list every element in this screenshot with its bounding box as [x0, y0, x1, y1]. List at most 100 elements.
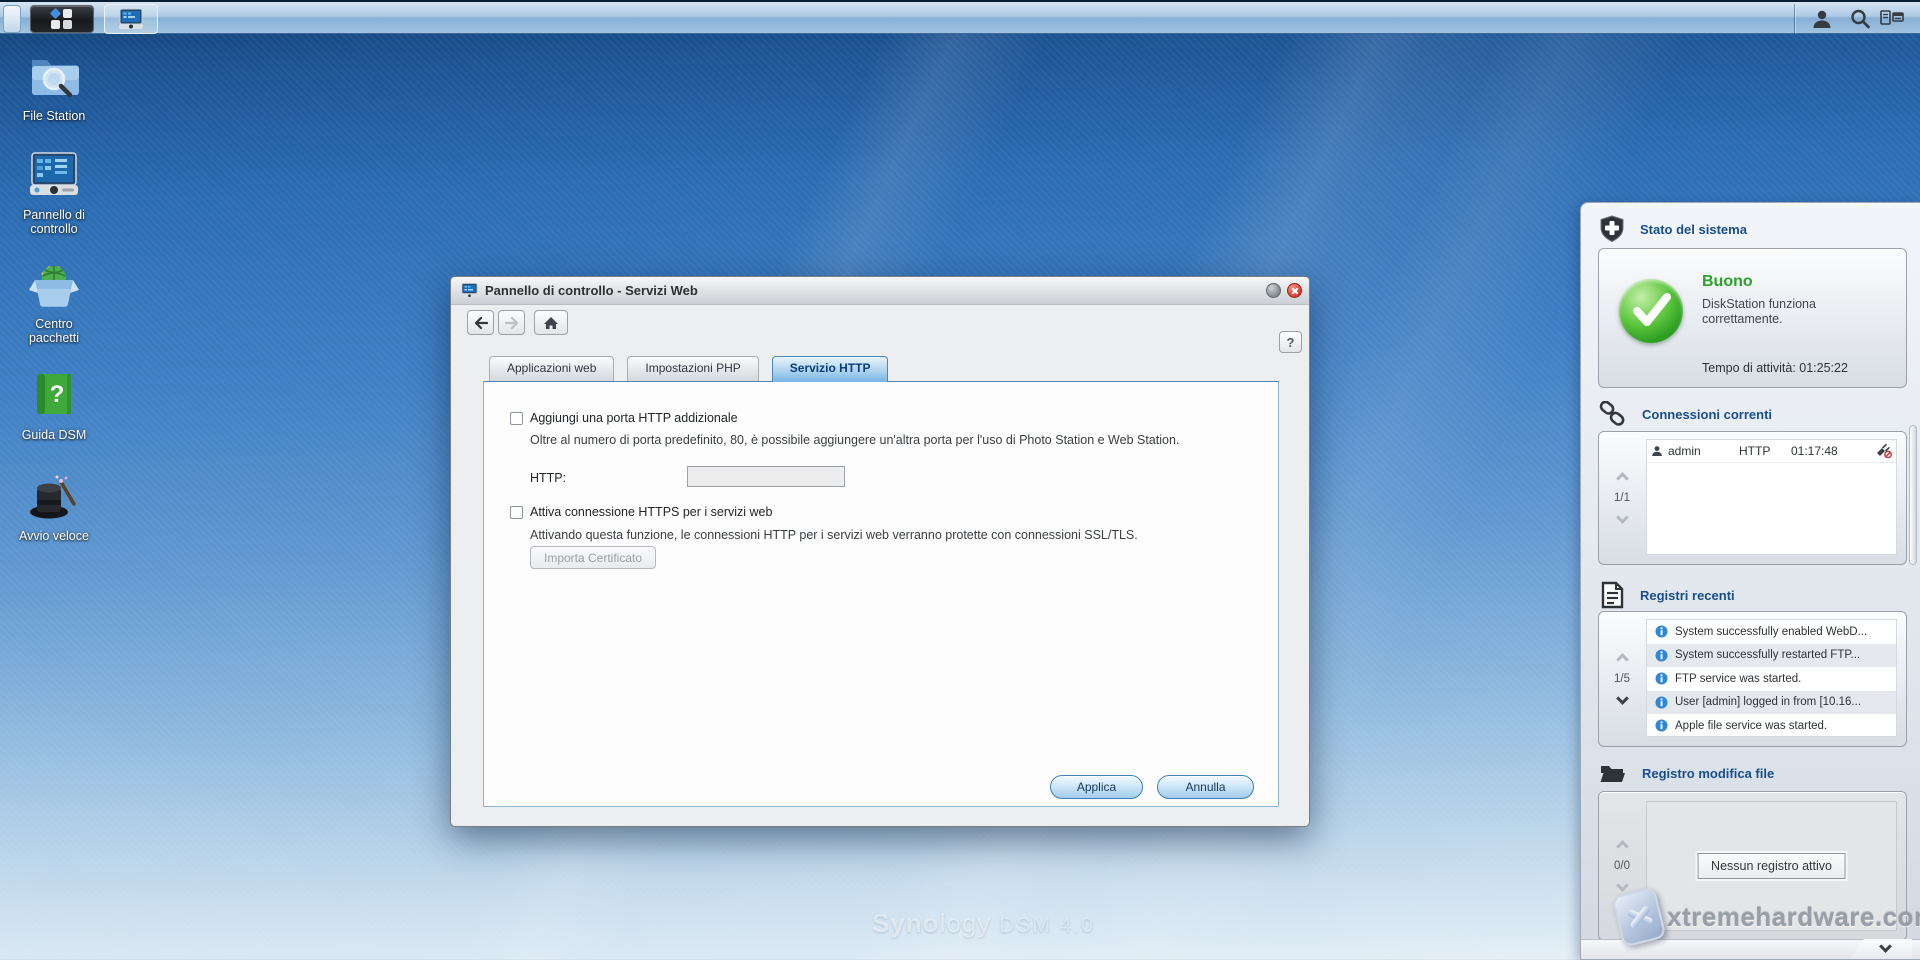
uptime-text: Tempo di attività: 01:25:22: [1702, 361, 1848, 375]
tab-bar: Applicazioni web Impostazioni PHP Serviz…: [489, 356, 888, 382]
shield-icon: [1599, 215, 1625, 243]
control-panel-icon: [27, 151, 81, 201]
desktop-icon-quick-start[interactable]: Avvio veloce: [6, 472, 102, 543]
file-log-area: Nessun registro attivo: [1646, 801, 1897, 931]
document-icon: [1599, 581, 1625, 609]
http-port-input[interactable]: [687, 466, 845, 487]
http-port-label: HTTP:: [530, 471, 566, 485]
quick-start-icon: [28, 472, 80, 522]
enable-https-checkbox[interactable]: [510, 506, 523, 519]
control-panel-window: Pannello di controllo - Servizi Web ? Ap…: [450, 276, 1310, 827]
main-menu-button[interactable]: [30, 5, 94, 33]
desktop-icon-column: File Station Pannello di controllo: [6, 52, 102, 557]
page-down-icon[interactable]: [1616, 692, 1629, 705]
window-toolbar: ?: [451, 305, 1309, 355]
system-status-title: Stato del sistema: [1640, 222, 1747, 237]
desktop-icon-label: Avvio veloce: [6, 529, 102, 543]
home-button[interactable]: [534, 310, 568, 335]
additional-http-port-checkbox[interactable]: [510, 412, 523, 425]
system-status-header: Stato del sistema: [1599, 215, 1747, 243]
window-title: Pannello di controllo - Servizi Web: [485, 283, 698, 298]
desktop-icon-label: Centro pacchetti: [6, 317, 102, 345]
help-button[interactable]: ?: [1279, 331, 1302, 353]
log-row[interactable]: FTP service was started.: [1647, 667, 1896, 691]
disconnect-icon[interactable]: [1875, 444, 1892, 458]
control-panel-task-icon: [118, 8, 144, 30]
window-title-icon: [461, 283, 478, 298]
log-row[interactable]: Apple file service was started.: [1647, 714, 1896, 737]
user-menu-button[interactable]: [1806, 4, 1838, 34]
file-log-page: 0/0: [1614, 860, 1630, 872]
forward-button[interactable]: [498, 310, 525, 335]
connections-title: Connessioni correnti: [1642, 407, 1772, 422]
desktop-icon-file-station[interactable]: File Station: [6, 52, 102, 123]
logs-list: System successfully enabled WebD... Syst…: [1646, 619, 1897, 737]
page-up-icon[interactable]: [1616, 840, 1629, 853]
tab-impostazioni-php[interactable]: Impostazioni PHP: [627, 356, 758, 381]
connections-box: 1/1 admin HTTP 01:17:48: [1598, 431, 1907, 565]
status-value: Buono: [1702, 273, 1753, 291]
additional-http-port-description: Oltre al numero di porta predefinito, 80…: [530, 433, 1232, 448]
page-down-icon[interactable]: [1616, 879, 1629, 892]
svg-text:?: ?: [50, 381, 65, 408]
show-desktop-button[interactable]: [3, 5, 21, 33]
minimize-button[interactable]: [1266, 283, 1281, 298]
status-good-icon: [1619, 279, 1683, 343]
import-certificate-button[interactable]: Importa Certificato: [530, 546, 656, 569]
logs-pager: 1/5: [1599, 612, 1645, 746]
log-text: System successfully restarted FTP...: [1675, 649, 1860, 661]
log-row[interactable]: System successfully restarted FTP...: [1647, 644, 1896, 668]
page-down-icon[interactable]: [1616, 511, 1629, 524]
info-icon: [1655, 672, 1668, 685]
file-log-empty-message: Nessun registro attivo: [1697, 853, 1846, 879]
apply-button[interactable]: Applica: [1050, 775, 1143, 799]
log-text: System successfully enabled WebD...: [1675, 626, 1867, 638]
file-log-header: Registro modifica file: [1599, 761, 1774, 785]
close-button[interactable]: [1287, 283, 1302, 298]
connection-time: 01:17:48: [1791, 444, 1875, 458]
page-up-icon[interactable]: [1616, 472, 1629, 485]
dsm-brand-watermark: SynologyDSM 4.0: [872, 908, 1095, 939]
connection-row[interactable]: admin HTTP 01:17:48: [1647, 440, 1896, 463]
taskbar-app-control-panel[interactable]: [104, 4, 158, 34]
link-icon: [1599, 401, 1627, 427]
additional-http-port-label: Aggiungi una porta HTTP addizionale: [530, 411, 738, 425]
desktop-icon-label: Guida DSM: [6, 428, 102, 442]
connections-page: 1/1: [1614, 492, 1630, 504]
logs-page: 1/5: [1614, 673, 1630, 685]
file-log-box: 0/0 Nessun registro attivo: [1598, 791, 1907, 941]
log-row[interactable]: User [admin] logged in from [10.16...: [1647, 691, 1896, 715]
log-text: User [admin] logged in from [10.16...: [1675, 696, 1861, 708]
dsm-help-icon: ?: [31, 371, 77, 421]
connection-protocol: HTTP: [1739, 444, 1791, 458]
desktop-icon-control-panel[interactable]: Pannello di controllo: [6, 151, 102, 236]
desktop-icon-dsm-help[interactable]: ? Guida DSM: [6, 371, 102, 442]
taskbar-separator: [1794, 4, 1795, 34]
search-button[interactable]: [1844, 4, 1876, 34]
back-button[interactable]: [467, 310, 494, 335]
desktop-icon-package-center[interactable]: Centro pacchetti: [6, 260, 102, 345]
info-icon: [1655, 625, 1668, 638]
window-titlebar[interactable]: Pannello di controllo - Servizi Web: [451, 277, 1309, 305]
log-text: FTP service was started.: [1675, 673, 1801, 685]
file-station-icon: [28, 52, 80, 102]
connections-list: admin HTTP 01:17:48: [1646, 439, 1897, 555]
cancel-button[interactable]: Annulla: [1157, 775, 1254, 799]
status-description: DiskStation funziona correttamente.: [1702, 297, 1816, 327]
logs-header: Registri recenti: [1599, 581, 1735, 609]
tab-servizio-http[interactable]: Servizio HTTP: [772, 356, 889, 382]
package-center-icon: [27, 260, 81, 310]
tab-applicazioni-web[interactable]: Applicazioni web: [489, 356, 614, 381]
chevron-down-icon: [1879, 940, 1892, 953]
brand-rest: logy: [940, 908, 992, 938]
pilot-view-button[interactable]: [1876, 4, 1908, 34]
brand-bold: Syno: [872, 908, 940, 938]
pilot-view-icon: [1880, 9, 1904, 29]
log-text: Apple file service was started.: [1675, 720, 1827, 732]
file-log-pager: 0/0: [1599, 792, 1645, 940]
page-up-icon[interactable]: [1616, 653, 1629, 666]
panel-scrollbar-thumb[interactable]: [1909, 425, 1917, 565]
main-menu-icon: [42, 7, 82, 31]
logs-box: 1/5 System successfully enabled WebD... …: [1598, 611, 1907, 747]
log-row[interactable]: System successfully enabled WebD...: [1647, 620, 1896, 644]
